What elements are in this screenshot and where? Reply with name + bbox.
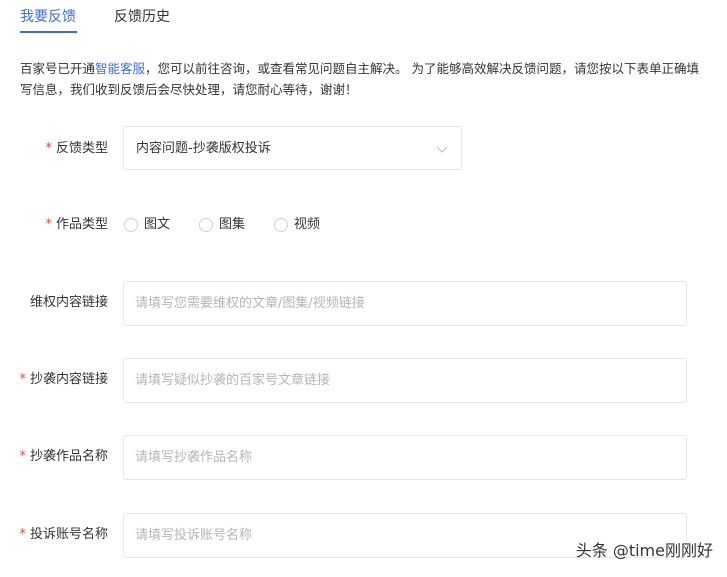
chevron-down-icon: [436, 146, 448, 153]
required-mark: *: [45, 141, 52, 156]
reported-account-label: * 投诉账号名称: [19, 527, 108, 542]
active-tab-underline: [20, 31, 77, 33]
work-type-label: * 作品类型: [45, 217, 108, 232]
feedback-type-value: 内容问题-抄袭版权投诉: [136, 141, 271, 156]
notice-text-before: 百家号已开通: [20, 61, 96, 76]
required-mark: *: [45, 217, 52, 232]
tab-bar: 我要反馈 反馈历史: [0, 0, 727, 40]
required-mark: *: [19, 527, 26, 542]
required-mark: *: [19, 372, 26, 387]
tab-submit-feedback[interactable]: 我要反馈: [20, 7, 76, 27]
feedback-type-label: * 反馈类型: [45, 141, 108, 156]
rights-link-label: 维权内容链接: [29, 295, 108, 310]
feedback-type-select[interactable]: 内容问题-抄袭版权投诉: [123, 126, 462, 170]
radio-circle: [124, 218, 138, 232]
plagiarism-title-label: * 抄袭作品名称: [19, 449, 108, 464]
watermark: 头条 @time刚刚好: [575, 541, 713, 560]
plagiarism-link-label: * 抄袭内容链接: [19, 372, 108, 387]
notice-text: 百家号已开通智能客服，您可以前往咨询，或查看常见问题自主解决。 为了能够高效解决…: [20, 58, 700, 100]
radio-circle: [199, 218, 213, 232]
plagiarism-title-input[interactable]: [123, 435, 687, 480]
smart-customer-service-link[interactable]: 智能客服: [95, 61, 145, 76]
plagiarism-link-input[interactable]: [123, 358, 687, 403]
tab-feedback-history[interactable]: 反馈历史: [114, 7, 170, 27]
rights-link-input[interactable]: [123, 281, 687, 326]
radio-circle: [274, 218, 288, 232]
required-mark: *: [19, 449, 26, 464]
